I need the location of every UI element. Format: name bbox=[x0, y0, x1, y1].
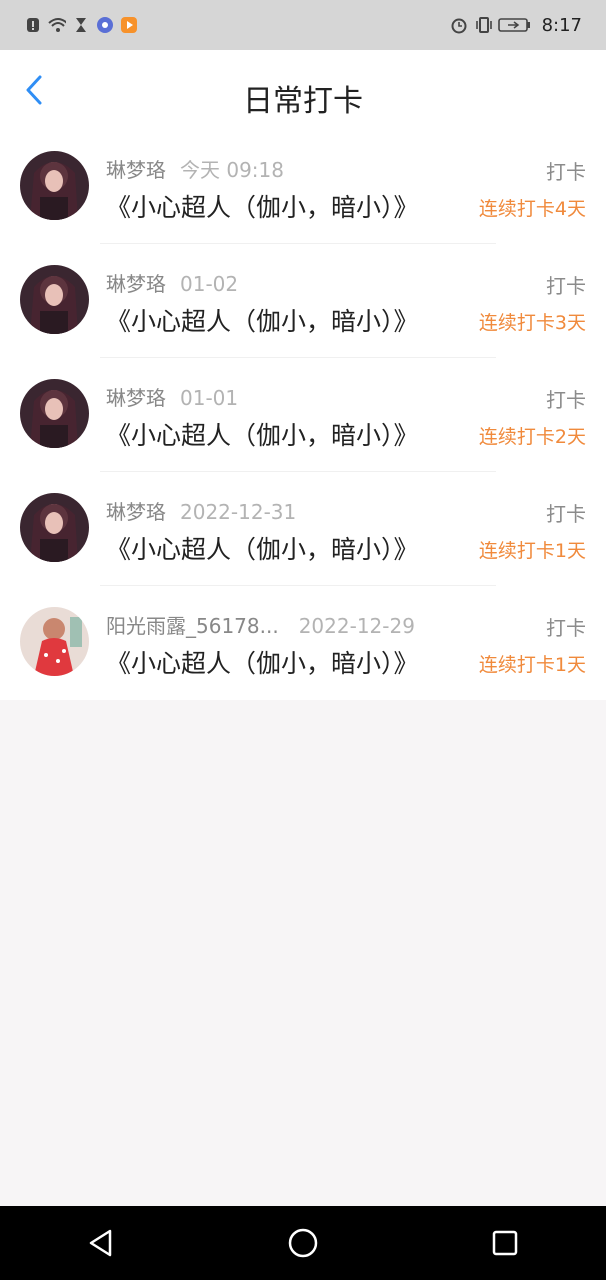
checkin-list: 琳梦珞 今天 09:18 《小心超人（伽小，暗小）》 打卡 连续打卡4天 琳梦珞 0… bbox=[0, 130, 606, 700]
vibrate-icon bbox=[474, 16, 492, 34]
streak-text: 连续打卡2天 bbox=[478, 426, 586, 448]
book-title[interactable]: 《小心超人（伽小，暗小）》 bbox=[106, 644, 419, 680]
book-title[interactable]: 《小心超人（伽小，暗小）》 bbox=[106, 302, 419, 338]
checkin-item[interactable]: 琳梦珞 2022-12-31 《小心超人（伽小，暗小）》 打卡 连续打卡1天 bbox=[0, 472, 606, 586]
checkin-date: 01-02 bbox=[180, 272, 239, 296]
system-nav-bar bbox=[0, 1206, 606, 1280]
square-recents-icon bbox=[492, 1230, 518, 1256]
checkin-date: 01-01 bbox=[180, 386, 239, 410]
status-time: 8:17 bbox=[541, 14, 582, 36]
status-left-icons bbox=[24, 16, 138, 34]
checkin-item[interactable]: 琳梦珞 01-01 《小心超人（伽小，暗小）》 打卡 连续打卡2天 bbox=[0, 358, 606, 472]
battery-icon bbox=[497, 16, 532, 34]
nav-recents-button[interactable] bbox=[481, 1219, 529, 1267]
checkin-label: 打卡 bbox=[546, 502, 586, 526]
checkin-item[interactable]: 琳梦珞 01-02 《小心超人（伽小，暗小）》 打卡 连续打卡3天 bbox=[0, 244, 606, 358]
checkin-date: 2022-12-29 bbox=[298, 614, 415, 638]
nav-home-button[interactable] bbox=[279, 1219, 327, 1267]
user-avatar[interactable] bbox=[20, 379, 89, 448]
checkin-meta: 琳梦珞 2022-12-31 bbox=[106, 496, 296, 525]
user-name[interactable]: 琳梦珞 bbox=[106, 500, 166, 524]
alert-icon bbox=[24, 16, 42, 34]
streak-text: 连续打卡1天 bbox=[478, 654, 586, 676]
checkin-meta: 琳梦珞 01-02 bbox=[106, 268, 238, 297]
wifi-icon bbox=[48, 16, 66, 34]
hourglass-icon bbox=[72, 16, 90, 34]
streak-text: 连续打卡1天 bbox=[478, 540, 586, 562]
checkin-meta: 琳梦珞 01-01 bbox=[106, 382, 238, 411]
book-title[interactable]: 《小心超人（伽小，暗小）》 bbox=[106, 188, 419, 224]
page-title: 日常打卡 bbox=[243, 84, 363, 119]
checkin-label: 打卡 bbox=[546, 274, 586, 298]
checkin-label: 打卡 bbox=[546, 160, 586, 184]
user-name[interactable]: 阳光雨露_56178... bbox=[106, 614, 279, 638]
checkin-date: 2022-12-31 bbox=[180, 500, 297, 524]
checkin-label: 打卡 bbox=[546, 616, 586, 640]
checkin-meta: 阳光雨露_56178... 2022-12-29 bbox=[106, 610, 415, 639]
alarm-icon bbox=[450, 16, 468, 34]
user-avatar[interactable] bbox=[20, 607, 89, 676]
nav-bar: 日常打卡 bbox=[0, 50, 606, 131]
book-title[interactable]: 《小心超人（伽小，暗小）》 bbox=[106, 530, 419, 566]
checkin-item[interactable]: 阳光雨露_56178... 2022-12-29 《小心超人（伽小，暗小）》 打卡… bbox=[0, 586, 606, 700]
user-name[interactable]: 琳梦珞 bbox=[106, 272, 166, 296]
status-bar: 8:17 bbox=[0, 0, 606, 50]
user-name[interactable]: 琳梦珞 bbox=[106, 158, 166, 182]
book-title[interactable]: 《小心超人（伽小，暗小）》 bbox=[106, 416, 419, 452]
checkin-label: 打卡 bbox=[546, 388, 586, 412]
video-app-icon bbox=[120, 16, 138, 34]
user-avatar[interactable] bbox=[20, 493, 89, 562]
status-right-icons: 8:17 bbox=[450, 15, 582, 36]
circle-home-icon bbox=[288, 1228, 318, 1258]
user-name[interactable]: 琳梦珞 bbox=[106, 386, 166, 410]
user-avatar[interactable] bbox=[20, 151, 89, 220]
checkin-date: 今天 09:18 bbox=[180, 158, 284, 182]
user-avatar[interactable] bbox=[20, 265, 89, 334]
checkin-meta: 琳梦珞 今天 09:18 bbox=[106, 154, 284, 183]
nav-back-button[interactable] bbox=[77, 1219, 125, 1267]
checkin-item[interactable]: 琳梦珞 今天 09:18 《小心超人（伽小，暗小）》 打卡 连续打卡4天 bbox=[0, 130, 606, 244]
music-app-icon bbox=[96, 16, 114, 34]
triangle-back-icon bbox=[89, 1229, 112, 1257]
streak-text: 连续打卡4天 bbox=[478, 198, 586, 220]
streak-text: 连续打卡3天 bbox=[478, 312, 586, 334]
